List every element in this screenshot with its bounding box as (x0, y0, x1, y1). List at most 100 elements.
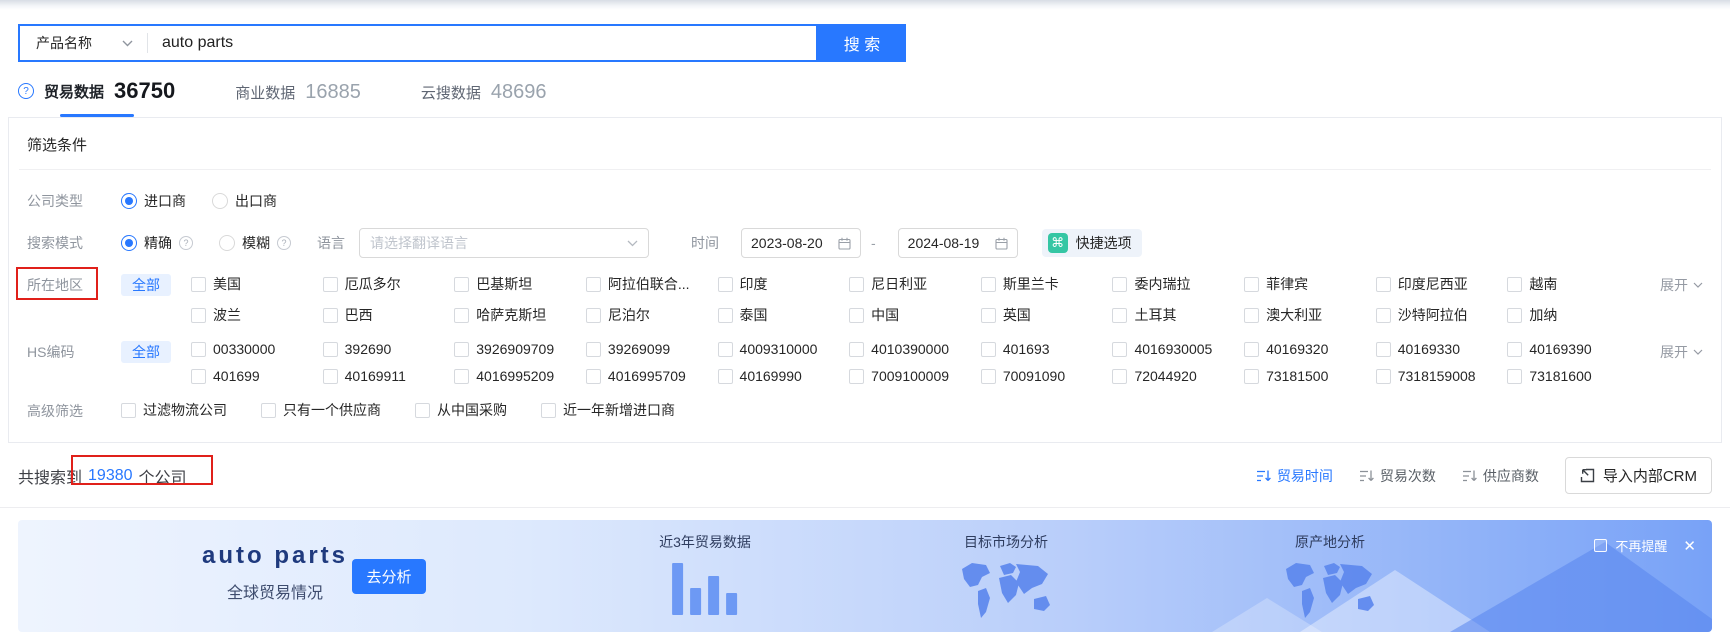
hs-code-checkbox[interactable]: 4009310000 (717, 341, 844, 357)
region-checkbox[interactable]: 菲律宾 (1244, 274, 1370, 294)
checkbox-icon[interactable] (322, 307, 338, 323)
checkbox-icon[interactable] (1507, 368, 1523, 384)
hs-code-checkbox[interactable]: 73181600 (1507, 368, 1633, 384)
sort-supplier-count[interactable]: 供应商数 (1462, 466, 1539, 486)
checkbox-icon[interactable] (1112, 276, 1128, 292)
analyze-button[interactable]: 去分析 (352, 559, 426, 594)
checkbox-icon[interactable] (717, 368, 733, 384)
hs-code-checkbox[interactable]: 4016995709 (585, 368, 712, 384)
checkbox-icon[interactable] (849, 368, 865, 384)
checkbox-icon[interactable] (1244, 341, 1260, 357)
radio-fuzzy[interactable]: 模糊 ? (219, 233, 291, 253)
checkbox-icon[interactable] (980, 368, 996, 384)
hs-code-checkbox[interactable]: 40169990 (717, 368, 844, 384)
checkbox-icon[interactable] (415, 402, 430, 418)
region-checkbox[interactable]: 斯里兰卡 (980, 274, 1107, 294)
hs-code-checkbox[interactable]: 40169330 (1375, 341, 1502, 357)
calendar-icon[interactable] (838, 237, 851, 250)
region-checkbox[interactable]: 尼日利亚 (849, 274, 975, 294)
hs-code-checkbox[interactable]: 401693 (980, 341, 1107, 357)
region-checkbox[interactable]: 厄瓜多尔 (322, 274, 449, 294)
radio-checked-icon[interactable] (121, 235, 137, 251)
hs-code-checkbox[interactable]: 40169320 (1244, 341, 1370, 357)
checkbox-icon[interactable] (454, 368, 470, 384)
info-circle-icon[interactable]: ? (277, 236, 291, 250)
checkbox-icon[interactable] (849, 307, 865, 323)
quick-options-button[interactable]: ⌘ 快捷选项 (1041, 229, 1142, 257)
region-checkbox[interactable]: 土耳其 (1112, 305, 1238, 325)
checkbox-icon[interactable] (585, 368, 601, 384)
checkbox-icon[interactable] (191, 368, 206, 384)
checkbox-icon[interactable] (980, 307, 996, 323)
radio-checked-icon[interactable] (121, 193, 137, 209)
hs-code-checkbox[interactable]: 72044920 (1112, 368, 1238, 384)
checkbox-icon[interactable] (1507, 307, 1523, 323)
sort-trade-count[interactable]: 贸易次数 (1359, 466, 1436, 486)
hs-code-checkbox[interactable]: 7318159008 (1375, 368, 1502, 384)
checkbox-icon[interactable] (717, 341, 733, 357)
region-checkbox[interactable]: 巴基斯坦 (454, 274, 580, 294)
checkbox-icon[interactable] (1112, 368, 1128, 384)
search-button[interactable]: 搜 索 (818, 24, 906, 62)
checkbox-icon[interactable] (454, 307, 470, 323)
checkbox-icon[interactable] (1112, 307, 1128, 323)
checkbox-icon[interactable] (454, 276, 470, 292)
checkbox-icon[interactable] (1507, 341, 1523, 357)
region-checkbox[interactable]: 美国 (191, 274, 317, 294)
checkbox-icon[interactable] (191, 341, 206, 357)
radio-icon[interactable] (219, 235, 235, 251)
checkbox-icon[interactable] (1375, 307, 1391, 323)
search-category-select[interactable]: 产品名称 (20, 26, 147, 60)
hs-expand-link[interactable]: 展开 (1633, 341, 1703, 363)
end-date-picker[interactable]: 2024-08-19 (897, 228, 1018, 258)
hs-code-checkbox[interactable]: 401699 (191, 368, 317, 384)
region-checkbox[interactable]: 加纳 (1507, 305, 1633, 325)
region-checkbox[interactable]: 越南 (1507, 274, 1633, 294)
checkbox-icon[interactable] (322, 368, 338, 384)
region-checkbox[interactable]: 波兰 (191, 305, 317, 325)
checkbox-icon[interactable] (849, 276, 865, 292)
advanced-checkbox[interactable]: 过滤物流公司 (121, 400, 227, 420)
tab-business-data[interactable]: 商业数据 16885 (235, 81, 361, 117)
hs-code-checkbox[interactable]: 3926909709 (454, 341, 580, 357)
region-checkbox[interactable]: 泰国 (717, 305, 844, 325)
region-checkbox[interactable]: 印度 (717, 274, 844, 294)
checkbox-icon[interactable] (980, 276, 996, 292)
radio-exporter[interactable]: 出口商 (212, 191, 277, 211)
radio-exact[interactable]: 精确 ? (121, 233, 193, 253)
hs-code-checkbox[interactable]: 392690 (322, 341, 449, 357)
question-circle-icon[interactable]: ? (18, 83, 34, 99)
hs-code-checkbox[interactable]: 40169911 (322, 368, 449, 384)
dont-remind-checkbox[interactable] (1594, 539, 1608, 552)
region-checkbox[interactable]: 英国 (980, 305, 1107, 325)
region-checkbox[interactable]: 巴西 (322, 305, 449, 325)
checkbox-icon[interactable] (585, 307, 601, 323)
hs-code-checkbox[interactable]: 70091090 (980, 368, 1107, 384)
region-checkbox[interactable]: 澳大利亚 (1244, 305, 1370, 325)
hs-code-checkbox[interactable]: 4010390000 (849, 341, 975, 357)
checkbox-icon[interactable] (980, 341, 996, 357)
region-all-chip[interactable]: 全部 (121, 274, 171, 296)
radio-icon[interactable] (212, 193, 228, 209)
checkbox-icon[interactable] (849, 341, 865, 357)
import-crm-button[interactable]: 导入内部CRM (1564, 457, 1712, 494)
hs-code-checkbox[interactable]: 73181500 (1244, 368, 1370, 384)
checkbox-icon[interactable] (585, 341, 601, 357)
region-expand-link[interactable]: 展开 (1633, 274, 1703, 296)
checkbox-icon[interactable] (541, 402, 556, 418)
tab-cloud-data[interactable]: 云搜数据 48696 (421, 81, 547, 117)
checkbox-icon[interactable] (322, 341, 338, 357)
region-checkbox[interactable]: 尼泊尔 (585, 305, 712, 325)
region-checkbox[interactable]: 阿拉伯联合... (585, 274, 712, 294)
checkbox-icon[interactable] (1375, 368, 1391, 384)
hs-code-checkbox[interactable]: 4016995209 (454, 368, 580, 384)
close-icon[interactable]: ✕ (1683, 537, 1696, 555)
info-circle-icon[interactable]: ? (179, 236, 193, 250)
region-checkbox[interactable]: 委内瑞拉 (1112, 274, 1238, 294)
checkbox-icon[interactable] (1375, 276, 1391, 292)
tab-trade-data[interactable]: ? 贸易数据 36750 (18, 78, 175, 117)
checkbox-icon[interactable] (585, 276, 601, 292)
advanced-checkbox[interactable]: 只有一个供应商 (261, 400, 381, 420)
start-date-picker[interactable]: 2023-08-20 (741, 228, 861, 258)
hs-code-checkbox[interactable]: 00330000 (191, 341, 317, 357)
